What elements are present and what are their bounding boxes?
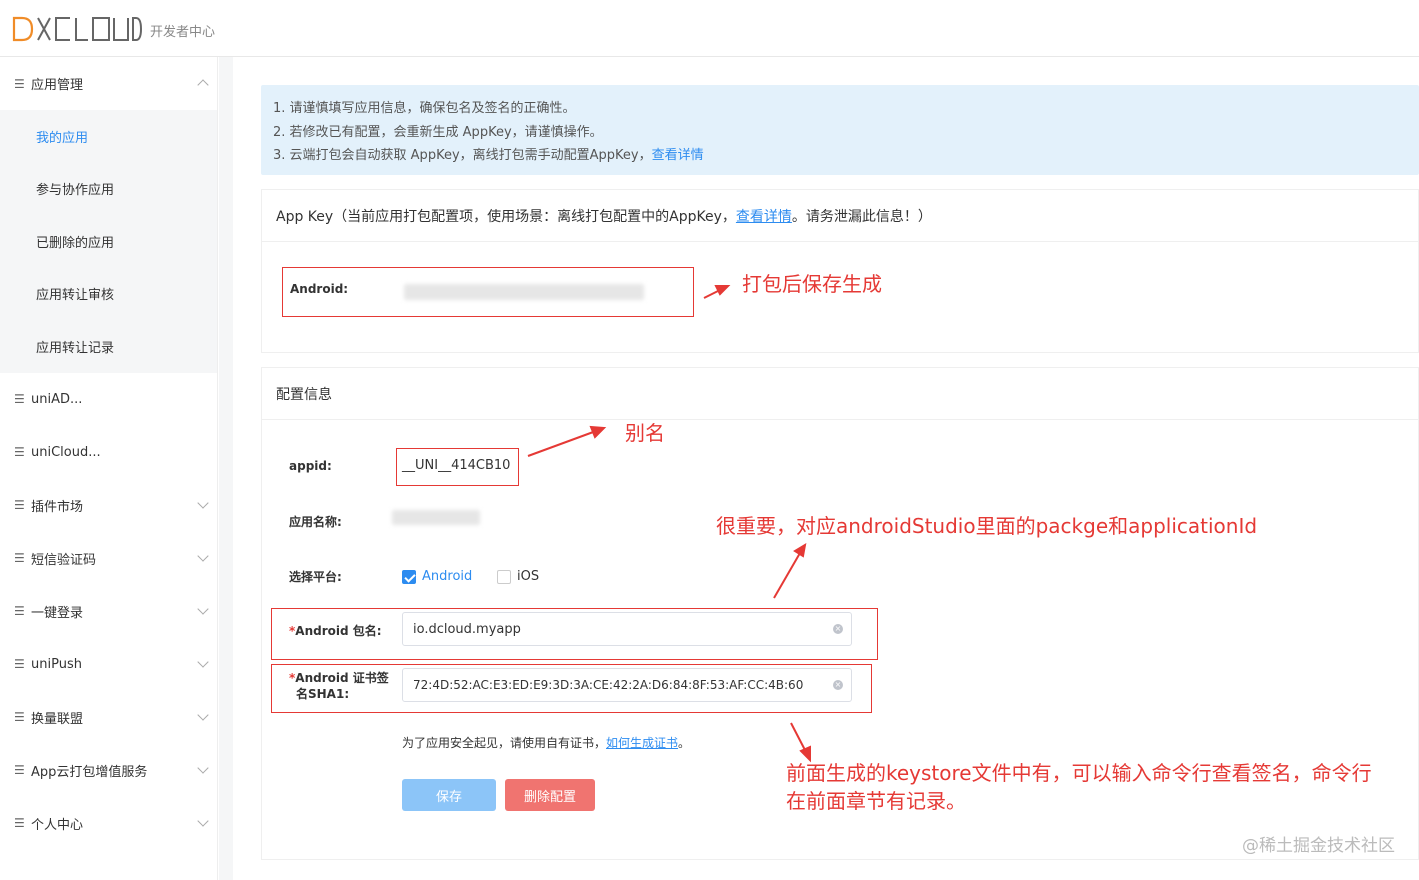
sidebar-group-label: 插件市场 <box>31 499 84 515</box>
android-package-value: io.dcloud.myapp <box>413 621 521 637</box>
sidebar-gutter <box>219 57 233 880</box>
chevron-down-icon <box>197 602 209 615</box>
sidebar-group-label: uniCloud... <box>31 444 101 460</box>
platform-ios-label: iOS <box>517 569 540 584</box>
notice-line: 2. 若修改已有配置，会重新生成 AppKey，请谨慎操作。 <box>273 124 603 140</box>
sidebar-group-label: 一键登录 <box>31 605 84 621</box>
sidebar-group-label: 应用管理 <box>31 78 84 93</box>
sha1-input[interactable]: 72:4D:52:AC:E3:ED:E9:3D:3A:CE:42:2A:D6:8… <box>402 668 852 702</box>
appkey-value-redacted <box>404 284 644 300</box>
appkey-title-text: App Key（当前应用打包配置项，使用场景：离线打包配置中的AppKey， <box>276 208 736 225</box>
appid-value: __UNI__414CB10 <box>402 458 511 473</box>
sidebar-item-my-apps[interactable]: 我的应用 <box>0 110 217 163</box>
app-name-redacted <box>392 510 480 525</box>
notice-line: 3. 云端打包会自动获取 AppKey，离线打包需手动配置AppKey，查看详情 <box>273 144 1419 168</box>
checkbox-checked-icon <box>402 569 416 584</box>
sidebar-group-label: uniPush <box>31 656 82 672</box>
sidebar-group-label: 个人中心 <box>31 817 84 833</box>
chevron-down-icon <box>197 496 209 509</box>
sidebar-group-unicloud[interactable]: ☰ uniCloud... <box>0 426 217 479</box>
platform-android-checkbox[interactable]: Android <box>402 569 472 584</box>
platform-label: 选择平台: <box>289 570 342 584</box>
sha1-value: 72:4D:52:AC:E3:ED:E9:3D:3A:CE:42:2A:D6:8… <box>413 678 804 692</box>
header-subtitle: 开发者中心 <box>150 25 216 40</box>
sidebar-group-label: 短信验证码 <box>31 552 97 568</box>
chevron-down-icon <box>197 708 209 721</box>
cert-hint-end: 。 <box>678 736 691 750</box>
sidebar-group-cloud-packaging[interactable]: ☰ App云打包增值服务 <box>0 744 217 797</box>
chevron-down-icon <box>197 761 209 774</box>
cert-hint: 为了应用安全起见，请使用自有证书，如何生成证书。 <box>402 734 690 751</box>
chevron-down-icon <box>197 549 209 562</box>
list-icon: ☰ <box>14 498 25 512</box>
list-icon: ☰ <box>14 445 25 459</box>
chevron-down-icon <box>197 655 209 668</box>
android-package-label: *Android 包名: <box>289 622 382 639</box>
sidebar-item-transfer-records[interactable]: 应用转让记录 <box>0 320 217 373</box>
sha1-label: *Android 证书签 名SHA1: <box>289 670 389 702</box>
app-name-label: 应用名称: <box>289 515 342 529</box>
chevron-up-icon <box>197 79 209 91</box>
sidebar-group-label: App云打包增值服务 <box>31 764 148 780</box>
appkey-title-suffix: 。请务泄漏此信息！） <box>791 208 932 225</box>
cert-hint-text: 为了应用安全起见，请使用自有证书， <box>402 736 607 750</box>
android-package-label-text: Android 包名: <box>295 624 382 638</box>
notice-line-text: 3. 云端打包会自动获取 AppKey，离线打包需手动配置AppKey， <box>273 148 652 163</box>
sha1-label-line2: 名SHA1: <box>296 687 350 701</box>
sidebar-group-personal-center[interactable]: ☰ 个人中心 <box>0 797 217 850</box>
appkey-details-link[interactable]: 查看详情 <box>736 206 792 226</box>
how-to-generate-cert-link[interactable]: 如何生成证书 <box>606 736 678 750</box>
appkey-android-label: Android: <box>290 282 349 296</box>
sidebar-item-transfer-review[interactable]: 应用转让审核 <box>0 268 217 321</box>
annotation-appkey: 打包后保存生成 <box>742 272 882 296</box>
chevron-down-icon <box>197 814 209 827</box>
appkey-card-title: App Key（当前应用打包配置项，使用场景：离线打包配置中的AppKey， 查看… <box>262 190 1418 242</box>
list-icon: ☰ <box>14 392 25 406</box>
notice-line: 1. 请谨慎填写应用信息，确保包名及签名的正确性。 <box>273 101 576 116</box>
checkbox-unchecked-icon <box>497 569 511 584</box>
notice-details-link[interactable]: 查看详情 <box>652 148 704 163</box>
sidebar-group-uniad[interactable]: ☰ uniAD... <box>0 373 217 426</box>
app-management-submenu: 我的应用 参与协作应用 已删除的应用 应用转让审核 应用转让记录 <box>0 110 217 373</box>
sha1-label-line1: Android 证书签 <box>295 671 389 685</box>
annotation-sha1-line2: 在前面章节有记录。 <box>786 789 966 813</box>
list-icon: ☰ <box>14 76 25 91</box>
list-icon: ☰ <box>14 710 25 724</box>
sidebar-group-label: uniAD... <box>31 391 83 407</box>
list-icon: ☰ <box>14 816 25 830</box>
sidebar-group-traffic-alliance[interactable]: ☰ 换量联盟 <box>0 691 217 744</box>
sidebar-item-deleted-apps[interactable]: 已删除的应用 <box>0 215 217 268</box>
save-button[interactable]: 保存 <box>402 779 496 811</box>
clear-icon[interactable]: × <box>833 624 843 634</box>
sidebar-group-unipush[interactable]: ☰ uniPush <box>0 638 217 691</box>
dcloud-logo-icon <box>12 16 142 42</box>
list-icon: ☰ <box>14 657 25 671</box>
sidebar-item-collab-apps[interactable]: 参与协作应用 <box>0 163 217 216</box>
android-package-input[interactable]: io.dcloud.myapp × <box>402 612 852 646</box>
appid-label: appid: <box>289 459 332 473</box>
list-icon: ☰ <box>14 604 25 618</box>
annotation-alias: 别名 <box>625 421 665 445</box>
config-card-title: 配置信息 <box>262 368 1418 420</box>
sidebar-group-sms[interactable]: ☰ 短信验证码 <box>0 532 217 585</box>
sidebar-group-app-management[interactable]: ☰ 应用管理 <box>0 57 217 110</box>
platform-ios-checkbox[interactable]: iOS <box>497 569 539 584</box>
clear-icon[interactable]: × <box>833 680 843 690</box>
notice-box: 1. 请谨慎填写应用信息，确保包名及签名的正确性。 2. 若修改已有配置，会重新… <box>261 85 1419 175</box>
annotation-package: 很重要，对应androidStudio里面的packge和application… <box>716 514 1258 538</box>
delete-config-button[interactable]: 删除配置 <box>505 779 595 811</box>
watermark: @稀土掘金技术社区 <box>1242 836 1395 856</box>
list-icon: ☰ <box>14 763 25 777</box>
list-icon: ☰ <box>14 551 25 565</box>
top-header: 开发者中心 <box>0 0 1419 57</box>
sidebar: ☰ 应用管理 我的应用 参与协作应用 已删除的应用 应用转让审核 应用转让记录 … <box>0 57 218 880</box>
dcloud-logo[interactable] <box>12 16 142 42</box>
sidebar-group-plugin-market[interactable]: ☰ 插件市场 <box>0 479 217 532</box>
platform-android-label: Android <box>422 569 473 584</box>
sidebar-group-one-click-login[interactable]: ☰ 一键登录 <box>0 585 217 638</box>
sidebar-group-label: 换量联盟 <box>31 711 84 727</box>
annotation-sha1-line1: 前面生成的keystore文件中有，可以输入命令行查看签名，命令行 <box>786 761 1372 785</box>
